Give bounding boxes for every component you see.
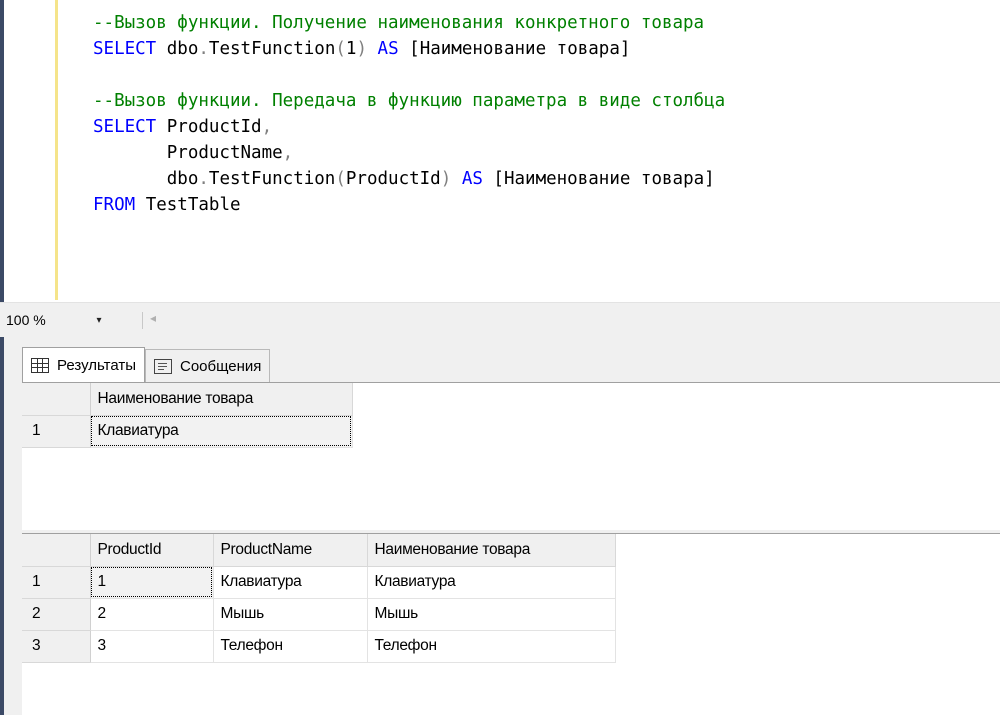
code-token: TestFunction	[208, 169, 336, 189]
code-token: )	[440, 169, 452, 189]
tab-results[interactable]: Результаты	[22, 347, 145, 382]
sql-code[interactable]: --Вызов функции. Получение наименования …	[93, 10, 725, 218]
table-row[interactable]: 1 Клавиатура	[22, 415, 353, 448]
table-cell[interactable]: Мышь	[213, 598, 368, 631]
row-number[interactable]: 2	[22, 598, 91, 631]
table-row[interactable]: 1 1 Клавиатура Клавиатура	[22, 566, 616, 599]
code-token: (	[335, 39, 346, 59]
header-row: ProductId ProductName Наименование товар…	[22, 534, 616, 567]
zoom-value[interactable]: 100 %	[4, 312, 90, 328]
code-line[interactable]	[93, 62, 725, 88]
table-cell[interactable]: Телефон	[367, 630, 616, 663]
sql-keyword: SELECT	[93, 39, 157, 59]
code-token: .	[198, 39, 209, 59]
grid-corner[interactable]	[22, 383, 91, 416]
code-token: [Наименование товара]	[482, 169, 715, 189]
results-panel: Результаты Сообщения Наименование товара…	[4, 337, 1000, 715]
table-cell[interactable]: Клавиатура	[213, 566, 368, 599]
column-header[interactable]: Наименование товара	[367, 534, 616, 567]
query-editor[interactable]: --Вызов функции. Получение наименования …	[0, 0, 1000, 302]
code-token: [Наименование товара]	[398, 39, 631, 59]
code-token: .	[198, 169, 209, 189]
table-cell[interactable]: Клавиатура	[90, 415, 353, 448]
table-cell[interactable]: 2	[90, 598, 214, 631]
tab-messages[interactable]: Сообщения	[145, 349, 271, 382]
code-line[interactable]: --Вызов функции. Получение наименования …	[93, 10, 725, 36]
sql-keyword: FROM	[93, 195, 136, 215]
code-token: ,	[261, 117, 273, 137]
code-line[interactable]: FROM TestTable	[93, 192, 725, 218]
table-cell[interactable]: 1	[90, 566, 214, 599]
sql-keyword: AS	[377, 39, 399, 59]
result-grid-2[interactable]: ProductId ProductName Наименование товар…	[22, 533, 1000, 715]
header-row: Наименование товара	[22, 383, 353, 416]
code-token: dbo	[156, 39, 199, 59]
tab-label: Результаты	[57, 356, 136, 374]
divider	[142, 312, 144, 329]
table-cell[interactable]: Клавиатура	[367, 566, 616, 599]
sql-keyword: SELECT	[93, 117, 157, 137]
column-header[interactable]: Наименование товара	[90, 383, 353, 416]
table-cell[interactable]: Телефон	[213, 630, 368, 663]
sql-comment: --Вызов функции. Получение наименования …	[93, 13, 705, 33]
code-token: (	[335, 169, 346, 189]
table-cell[interactable]: 3	[90, 630, 214, 663]
code-token: )	[356, 39, 367, 59]
code-token: ProductId	[156, 117, 262, 137]
grid-icon	[31, 357, 49, 373]
code-token: TestFunction	[208, 39, 336, 59]
table-row[interactable]: 3 3 Телефон Телефон	[22, 630, 616, 663]
code-line[interactable]: --Вызов функции. Передача в функцию пара…	[93, 88, 725, 114]
zoom-bar: 100 % ▾ ◂	[0, 302, 1000, 337]
scroll-left-arrow-icon[interactable]: ◂	[150, 311, 156, 325]
result-grid-1[interactable]: Наименование товара 1 Клавиатура	[22, 382, 1000, 530]
table-cell[interactable]: Мышь	[367, 598, 616, 631]
row-number[interactable]: 1	[22, 566, 91, 599]
results-tabs: Результаты Сообщения	[22, 347, 271, 382]
sql-comment: --Вызов функции. Передача в функцию пара…	[93, 91, 726, 111]
row-number[interactable]: 3	[22, 630, 91, 663]
code-token: ProductId	[345, 169, 441, 189]
table-row[interactable]: 2 2 Мышь Мышь	[22, 598, 616, 631]
code-line[interactable]: SELECT dbo.TestFunction(1) AS [Наименова…	[93, 36, 725, 62]
selection-margin	[55, 0, 58, 300]
chevron-down-icon[interactable]: ▾	[90, 315, 108, 326]
code-token: 1	[345, 39, 357, 59]
row-number[interactable]: 1	[22, 415, 91, 448]
sql-keyword: AS	[461, 169, 483, 189]
code-line[interactable]: SELECT ProductId,	[93, 114, 725, 140]
column-header[interactable]: ProductName	[213, 534, 368, 567]
code-token: TestTable	[135, 195, 241, 215]
tab-label: Сообщения	[180, 357, 262, 375]
code-token: dbo	[93, 169, 199, 189]
messages-icon	[154, 358, 172, 374]
code-line[interactable]: dbo.TestFunction(ProductId) AS [Наименов…	[93, 166, 725, 192]
code-token: ,	[282, 143, 294, 163]
code-line[interactable]: ProductName,	[93, 140, 725, 166]
zoom-select[interactable]: 100 % ▾	[4, 309, 108, 331]
grid-corner[interactable]	[22, 534, 91, 567]
code-token: ProductName	[93, 143, 283, 163]
column-header[interactable]: ProductId	[90, 534, 214, 567]
